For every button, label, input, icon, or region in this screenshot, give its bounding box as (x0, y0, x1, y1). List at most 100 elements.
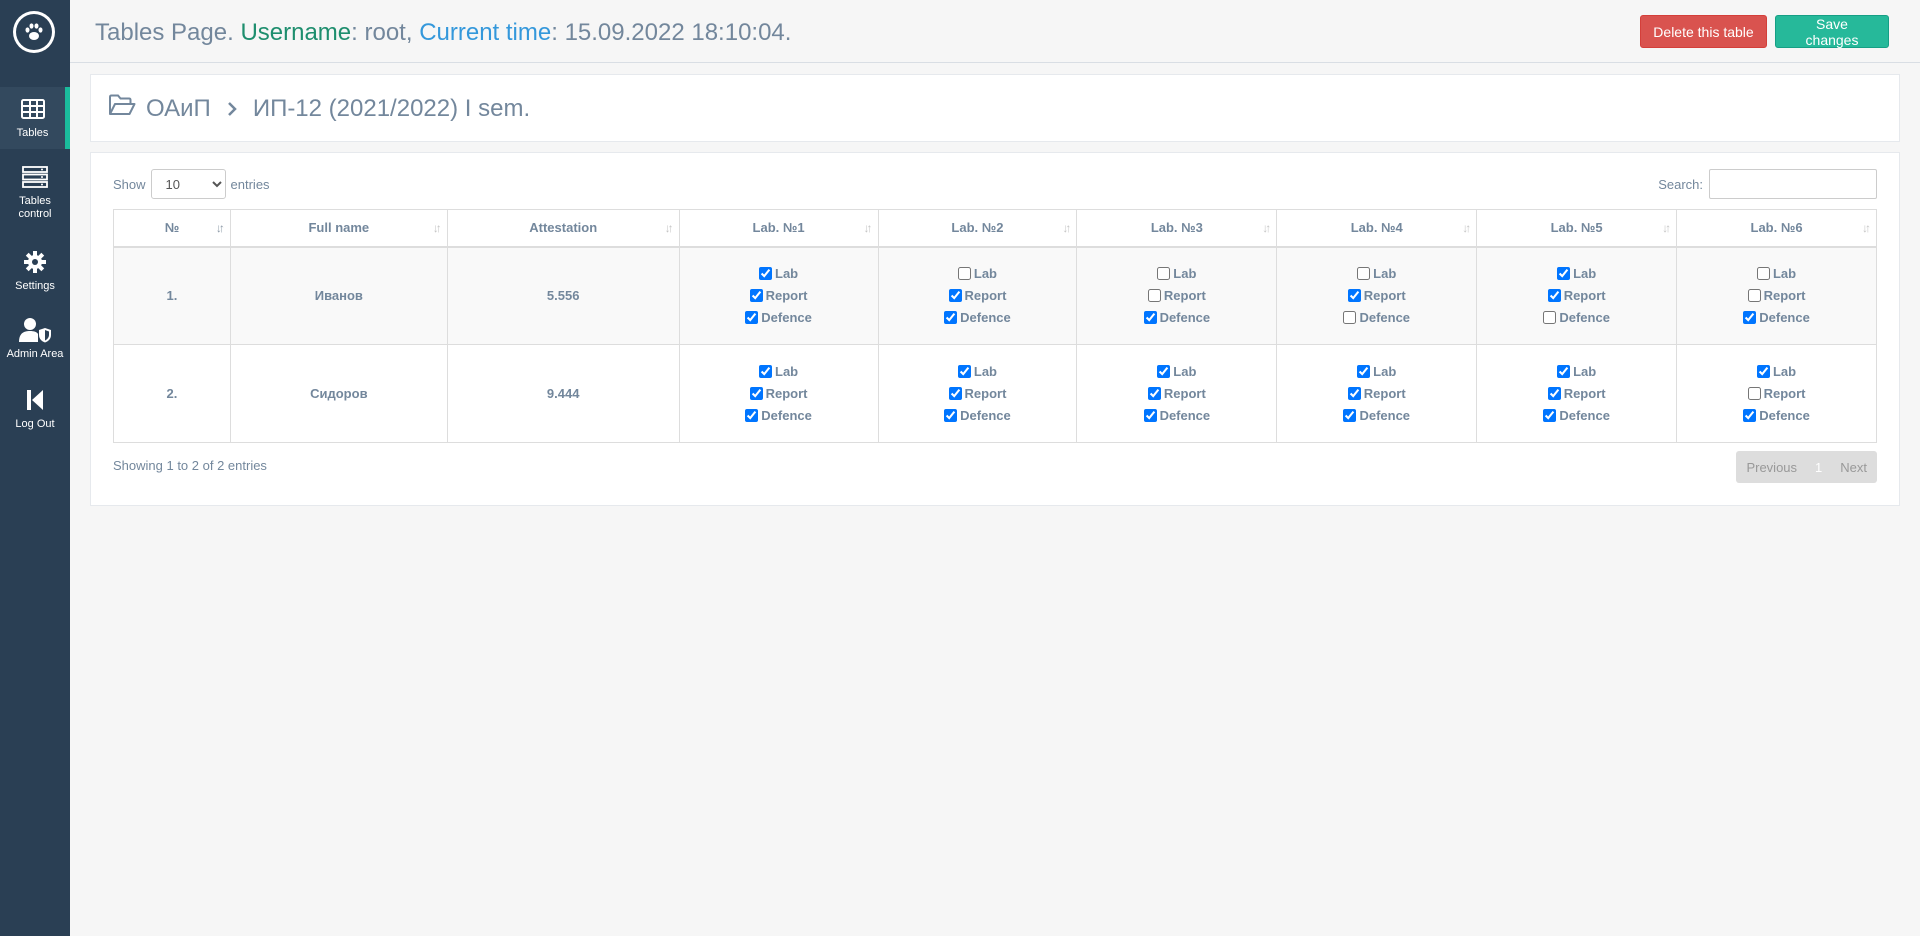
defence-checkbox[interactable] (944, 409, 958, 422)
defence-checkbox[interactable] (1743, 311, 1757, 325)
gear-icon (24, 249, 46, 275)
defence-checkbox-label[interactable]: Defence (1343, 310, 1410, 325)
column-header-lab-6[interactable]: Lab. №6 ↓↑ (1676, 209, 1877, 248)
lab-checkbox-label[interactable]: Lab (1557, 266, 1596, 281)
defence-checkbox-label[interactable]: Defence (944, 408, 1011, 423)
column-header-lab-2[interactable]: Lab. №2 ↓↑ (877, 209, 1078, 248)
previous-page-button[interactable]: Previous (1736, 460, 1807, 475)
report-checkbox[interactable] (1747, 289, 1761, 303)
column-header-number[interactable]: № ↓↑ (113, 209, 231, 248)
report-checkbox[interactable] (1547, 387, 1561, 400)
lab-checkbox[interactable] (759, 365, 772, 378)
defence-checkbox-label[interactable]: Defence (1543, 310, 1610, 325)
report-checkbox-label[interactable]: Report (1147, 288, 1206, 303)
lab-checkbox[interactable] (1756, 267, 1770, 281)
sidebar-item-log-out[interactable]: Log Out (0, 387, 70, 433)
defence-checkbox[interactable] (1343, 409, 1357, 422)
report-checkbox-label[interactable]: Report (1747, 288, 1805, 303)
defence-checkbox[interactable] (745, 311, 759, 325)
delete-table-button[interactable]: Delete this table (1640, 15, 1767, 48)
report-checkbox[interactable] (1747, 387, 1761, 400)
report-checkbox[interactable] (948, 387, 962, 400)
report-checkbox[interactable] (1347, 387, 1361, 400)
lab-checkbox-label[interactable]: Lab (1157, 364, 1196, 379)
lab-checkbox-label[interactable]: Lab (1157, 266, 1196, 281)
report-checkbox[interactable] (1147, 387, 1161, 400)
entries-select[interactable]: 10 (150, 169, 226, 199)
lab-checkbox[interactable] (1157, 267, 1171, 281)
lab-checkbox-label[interactable]: Lab (1357, 364, 1396, 379)
defence-checkbox[interactable] (1343, 311, 1357, 325)
column-header-lab-3[interactable]: Lab. №3 ↓↑ (1076, 209, 1278, 248)
report-checkbox-label[interactable]: Report (749, 288, 808, 303)
column-header-lab-5[interactable]: Lab. №5 ↓↑ (1476, 209, 1678, 248)
lab-checkbox[interactable] (1357, 365, 1371, 378)
page-1-button[interactable]: 1 (1807, 460, 1830, 475)
defence-checkbox-label[interactable]: Defence (1743, 408, 1810, 423)
defence-checkbox-label[interactable]: Defence (1143, 408, 1210, 423)
defence-checkbox-label[interactable]: Defence (1143, 310, 1210, 325)
lab-checkbox-label[interactable]: Lab (957, 266, 998, 282)
report-checkbox[interactable] (749, 289, 763, 303)
report-checkbox-label[interactable]: Report (1347, 288, 1406, 303)
report-checkbox-label[interactable]: Report (1747, 386, 1805, 401)
sidebar-item-tables-control[interactable]: Tables control (0, 164, 70, 226)
defence-checkbox-label[interactable]: Defence (1743, 310, 1810, 325)
sidebar-item-admin-area[interactable]: Admin Area (0, 317, 70, 363)
sidebar-item-settings[interactable]: Settings (0, 249, 70, 293)
report-checkbox-label[interactable]: Report (1347, 386, 1406, 401)
save-changes-button[interactable]: Save changes (1775, 15, 1889, 48)
lab-checkbox-label[interactable]: Lab (957, 364, 997, 379)
lab-checkbox-label[interactable]: Lab (1357, 266, 1396, 281)
lab-checkbox-label[interactable]: Lab (1557, 364, 1596, 379)
report-checkbox[interactable] (1147, 289, 1161, 303)
student-name-cell: Иванов (229, 246, 448, 345)
defence-checkbox[interactable] (1543, 311, 1557, 325)
defence-checkbox[interactable] (1143, 311, 1157, 325)
defence-checkbox-label[interactable]: Defence (944, 310, 1011, 325)
sort-icon: ↓↑ (1062, 221, 1071, 235)
defence-checkbox-label[interactable]: Defence (745, 310, 812, 325)
lab-checkbox[interactable] (1557, 365, 1571, 378)
column-header-lab-1[interactable]: Lab. №1 ↓↑ (678, 209, 879, 248)
column-header-attestation[interactable]: Attestation ↓↑ (446, 209, 680, 248)
defence-checkbox[interactable] (1543, 409, 1557, 422)
report-checkbox-label[interactable]: Report (1547, 386, 1606, 401)
report-checkbox-label[interactable]: Report (948, 288, 1006, 303)
column-header-full-name[interactable]: Full name ↓↑ (229, 209, 448, 248)
defence-checkbox[interactable] (1143, 409, 1157, 422)
report-checkbox-label[interactable]: Report (1547, 288, 1606, 303)
defence-checkbox[interactable] (745, 409, 759, 422)
report-checkbox-label[interactable]: Report (1147, 386, 1206, 401)
lab-checkbox[interactable] (957, 365, 971, 378)
defence-checkbox[interactable] (944, 311, 958, 325)
report-checkbox[interactable] (1347, 289, 1361, 303)
report-checkbox-label[interactable]: Report (749, 386, 808, 401)
defence-checkbox[interactable] (1743, 409, 1757, 422)
checkbox-label-text: Defence (761, 408, 812, 423)
report-checkbox[interactable] (1547, 289, 1561, 303)
report-checkbox[interactable] (948, 289, 962, 303)
paw-logo-icon[interactable] (13, 11, 55, 53)
next-page-button[interactable]: Next (1830, 460, 1877, 475)
lab-checkbox[interactable] (1357, 267, 1371, 281)
report-checkbox-label[interactable]: Report (948, 386, 1006, 401)
lab-checkbox[interactable] (957, 267, 971, 281)
search-input[interactable] (1709, 169, 1877, 199)
lab-checkbox-label[interactable]: Lab (759, 364, 798, 379)
defence-checkbox-label[interactable]: Defence (745, 408, 812, 423)
defence-checkbox-label[interactable]: Defence (1543, 408, 1610, 423)
lab-checkbox[interactable] (1157, 365, 1171, 378)
checkbox-label-text: Lab (973, 266, 998, 282)
lab-checkbox[interactable] (759, 267, 772, 281)
lab-checkbox[interactable] (1557, 267, 1571, 281)
lab-checkbox-label[interactable]: Lab (759, 266, 798, 281)
lab-checkbox-label[interactable]: Lab (1756, 266, 1796, 281)
lab-checkbox[interactable] (1756, 365, 1770, 378)
lab-checkbox-label[interactable]: Lab (1756, 364, 1796, 379)
breadcrumb-subject[interactable]: ОАиП (146, 95, 211, 123)
report-checkbox[interactable] (749, 387, 763, 400)
defence-checkbox-label[interactable]: Defence (1343, 408, 1410, 423)
sidebar-item-tables[interactable]: Tables (0, 87, 70, 149)
column-header-lab-4[interactable]: Lab. №4 ↓↑ (1276, 209, 1478, 248)
